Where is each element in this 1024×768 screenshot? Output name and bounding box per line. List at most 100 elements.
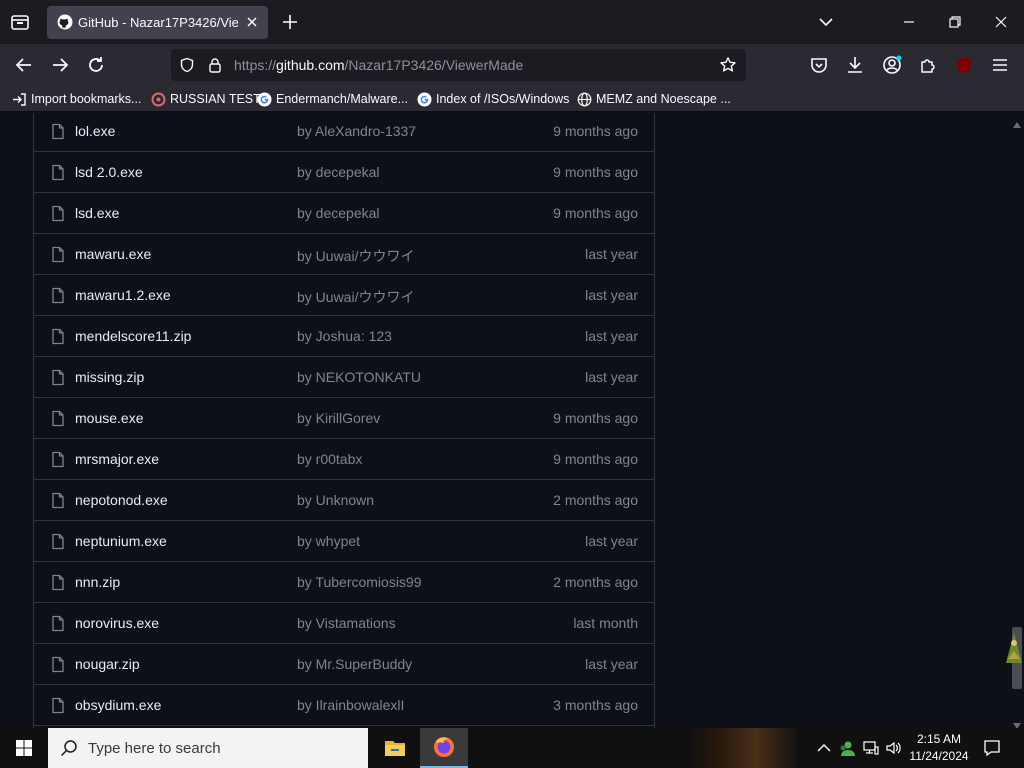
- file-name-link[interactable]: obsydium.exe: [75, 697, 161, 713]
- file-author[interactable]: by Uuwai/ウウワイ: [297, 287, 414, 307]
- file-row[interactable]: lsd.exe by decepekal 9 months ago: [34, 193, 654, 234]
- file-author[interactable]: by KirillGorev: [297, 410, 380, 426]
- bookmarks-toolbar: Import bookmarks... RUSSIAN TEST Enderma…: [0, 86, 1024, 112]
- file-author[interactable]: by Unknown: [297, 492, 374, 508]
- file-row[interactable]: lol.exe by AleXandro-1337 9 months ago: [34, 113, 654, 152]
- file-row[interactable]: obsydium.exe by IlrainbowalexlI 3 months a…: [34, 685, 654, 726]
- file-author[interactable]: by r00tabx: [297, 451, 362, 467]
- file-name-link[interactable]: mendelscore11.zip: [75, 328, 191, 344]
- file-author[interactable]: by Vistamations: [297, 615, 396, 631]
- file-name-link[interactable]: mawaru.exe: [75, 246, 151, 262]
- bookmark-import[interactable]: Import bookmarks...: [12, 90, 141, 108]
- file-name-link[interactable]: lsd 2.0.exe: [75, 164, 143, 180]
- browser-tab-github[interactable]: GitHub - Nazar17P3426/ViewerMade: [47, 6, 268, 39]
- file-author[interactable]: by Joshua: 123: [297, 328, 392, 344]
- file-icon: [50, 328, 66, 345]
- file-name-link[interactable]: lsd.exe: [75, 205, 119, 221]
- google-icon: [257, 92, 272, 107]
- chevron-down-icon[interactable]: [817, 13, 835, 31]
- people-icon[interactable]: [838, 739, 856, 757]
- file-row[interactable]: mouse.exe by KirillGorev 9 months ago: [34, 398, 654, 439]
- network-icon[interactable]: [862, 739, 880, 757]
- file-author[interactable]: by Uuwai/ウウワイ: [297, 246, 414, 266]
- file-name-link[interactable]: mawaru1.2.exe: [75, 287, 171, 303]
- bookmark-memz[interactable]: MEMZ and Noescape ...: [577, 90, 731, 108]
- file-name-link[interactable]: nnn.zip: [75, 574, 120, 590]
- bookmark-label: RUSSIAN TEST: [170, 92, 261, 106]
- file-updated-time: 2 months ago: [553, 492, 638, 508]
- github-icon: [57, 14, 73, 30]
- lock-icon[interactable]: [207, 57, 223, 73]
- file-icon: [50, 205, 66, 222]
- tab-list-icon[interactable]: [8, 11, 32, 33]
- file-name-link[interactable]: mrsmajor.exe: [75, 451, 159, 467]
- chevron-up-icon[interactable]: [815, 739, 833, 757]
- taskbar-search-box[interactable]: Type here to search: [48, 728, 368, 768]
- file-name-link[interactable]: mouse.exe: [75, 410, 143, 426]
- windows-start-icon[interactable]: [0, 728, 48, 768]
- search-placeholder: Type here to search: [88, 740, 221, 757]
- google-icon: [417, 92, 432, 107]
- account-icon[interactable]: [881, 54, 903, 76]
- file-row[interactable]: nnn.zip by Tubercomiosis99 2 months ago: [34, 562, 654, 603]
- file-name-link[interactable]: nepotonod.exe: [75, 492, 168, 508]
- forward-icon[interactable]: [49, 54, 71, 76]
- pocket-icon[interactable]: [808, 54, 830, 76]
- file-name-link[interactable]: lol.exe: [75, 123, 115, 139]
- url-bar[interactable]: https://github.com/Nazar17P3426/ViewerMa…: [171, 49, 746, 81]
- url-text: https://github.com/Nazar17P3426/ViewerMa…: [234, 57, 524, 73]
- back-icon[interactable]: [13, 54, 35, 76]
- volume-icon[interactable]: [885, 739, 903, 757]
- bookmark-label: Index of /ISOs/Windows: [436, 92, 570, 106]
- close-window-icon[interactable]: [992, 13, 1010, 31]
- extensions-icon[interactable]: [917, 54, 939, 76]
- file-row[interactable]: nepotonod.exe by Unknown 2 months ago: [34, 480, 654, 521]
- file-name-link[interactable]: norovirus.exe: [75, 615, 159, 631]
- new-tab-icon[interactable]: [280, 12, 300, 32]
- bookmark-russian-test[interactable]: RUSSIAN TEST: [151, 90, 261, 108]
- file-author[interactable]: by decepekal: [297, 205, 380, 221]
- file-author[interactable]: by Mr.SuperBuddy: [297, 656, 412, 672]
- notification-icon[interactable]: [982, 738, 1002, 758]
- file-explorer-icon[interactable]: [371, 728, 419, 768]
- minimize-icon[interactable]: [900, 13, 918, 31]
- file-name-link[interactable]: nougar.zip: [75, 656, 140, 672]
- shield-icon[interactable]: [179, 57, 195, 73]
- file-icon: [50, 656, 66, 673]
- file-row[interactable]: nougar.zip by Mr.SuperBuddy last year: [34, 644, 654, 685]
- taskbar-clock[interactable]: 2:15 AM 11/24/2024: [903, 731, 975, 765]
- ublock-icon[interactable]: [953, 54, 975, 76]
- file-name-link[interactable]: neptunium.exe: [75, 533, 167, 549]
- menu-icon[interactable]: [989, 54, 1011, 76]
- file-row[interactable]: missing.zip by NEKOTONKATU last year: [34, 357, 654, 398]
- file-icon: [50, 369, 66, 386]
- file-author[interactable]: by NEKOTONKATU: [297, 369, 421, 385]
- file-row[interactable]: mendelscore11.zip by Joshua: 123 last year: [34, 316, 654, 357]
- file-name-link[interactable]: missing.zip: [75, 369, 144, 385]
- file-author[interactable]: by whypet: [297, 533, 360, 549]
- file-row[interactable]: mawaru1.2.exe by Uuwai/ウウワイ last year: [34, 275, 654, 316]
- file-updated-time: 9 months ago: [553, 164, 638, 180]
- file-row[interactable]: norovirus.exe by Vistamations last month: [34, 603, 654, 644]
- file-row[interactable]: lsd 2.0.exe by decepekal 9 months ago: [34, 152, 654, 193]
- file-icon: [50, 492, 66, 509]
- bookmark-star-icon[interactable]: [719, 56, 737, 74]
- file-row[interactable]: neptunium.exe by whypet last year: [34, 521, 654, 562]
- file-author[interactable]: by decepekal: [297, 164, 380, 180]
- file-author[interactable]: by Tubercomiosis99: [297, 574, 422, 590]
- file-author[interactable]: by IlrainbowalexlI: [297, 697, 404, 713]
- restore-icon[interactable]: [946, 13, 964, 31]
- file-icon: [50, 574, 66, 591]
- bookmark-index-isos[interactable]: Index of /ISOs/Windows: [417, 90, 569, 108]
- firefox-taskbar-icon[interactable]: [420, 728, 468, 768]
- reload-icon[interactable]: [85, 54, 107, 76]
- file-row[interactable]: mawaru.exe by Uuwai/ウウワイ last year: [34, 234, 654, 275]
- close-tab-icon[interactable]: [244, 14, 260, 30]
- scroll-down-icon[interactable]: [1013, 716, 1021, 728]
- file-author[interactable]: by AleXandro-1337: [297, 123, 416, 139]
- downloads-icon[interactable]: [844, 54, 866, 76]
- file-icon: [50, 615, 66, 632]
- scroll-up-icon[interactable]: [1013, 115, 1021, 128]
- file-row[interactable]: mrsmajor.exe by r00tabx 9 months ago: [34, 439, 654, 480]
- bookmark-endermanch[interactable]: Endermanch/Malware...: [257, 90, 408, 108]
